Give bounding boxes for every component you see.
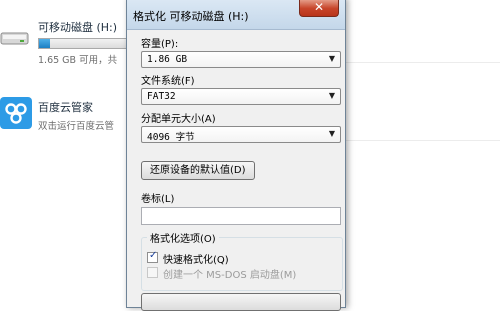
app-description: 双击运行百度云管	[38, 121, 115, 132]
allocation-label: 分配单元大小(A)	[141, 114, 216, 125]
allocation-select[interactable]: 4096 字节 ▼	[141, 126, 341, 143]
usb-drive-icon	[0, 32, 29, 45]
msdos-boot-checkbox	[147, 267, 158, 278]
volume-label-caption: 卷标(L)	[141, 194, 175, 205]
dialog-title: 格式化 可移动磁盘 (H:)	[133, 10, 249, 23]
format-dialog: 格式化 可移动磁盘 (H:) ✕ 容量(P): 1.86 GB ▼ 文件系统(F…	[126, 0, 346, 311]
restore-defaults-button[interactable]: 还原设备的默认值(D)	[141, 161, 255, 180]
dropdown-arrow-icon: ▼	[328, 91, 335, 100]
start-button[interactable]	[141, 293, 341, 311]
quick-format-checkbox[interactable]: ✓	[147, 250, 158, 263]
format-options-title: 格式化选项(O)	[147, 230, 219, 245]
row-divider	[344, 62, 500, 63]
capacity-select[interactable]: 1.86 GB ▼	[141, 51, 341, 68]
dropdown-arrow-icon: ▼	[328, 129, 335, 138]
capacity-value: 1.86 GB	[147, 54, 188, 65]
drive-usage-fill	[39, 39, 50, 48]
close-icon: ✕	[313, 0, 325, 14]
baidu-cloud-icon	[0, 97, 32, 129]
volume-label-input[interactable]	[141, 207, 341, 225]
drive-free-space: 1.65 GB 可用，共	[38, 55, 118, 66]
capacity-label: 容量(P):	[141, 39, 179, 50]
quick-format-label: 快速格式化(Q)	[163, 255, 229, 266]
app-name: 百度云管家	[38, 101, 93, 114]
allocation-value: 4096 字节	[147, 132, 195, 143]
drive-usage-bar	[38, 38, 130, 49]
filesystem-select[interactable]: FAT32 ▼	[141, 88, 341, 105]
close-button[interactable]: ✕	[299, 0, 339, 17]
msdos-boot-label: 创建一个 MS-DOS 启动盘(M)	[163, 270, 297, 281]
row-divider	[344, 140, 500, 141]
checkmark-icon: ✓	[149, 250, 158, 261]
dialog-titlebar[interactable]: 格式化 可移动磁盘 (H:) ✕	[127, 0, 345, 30]
filesystem-value: FAT32	[147, 91, 176, 102]
drive-name: 可移动磁盘 (H:)	[38, 21, 118, 34]
filesystem-label: 文件系统(F)	[141, 76, 195, 87]
explorer-right-area	[344, 0, 500, 300]
dropdown-arrow-icon: ▼	[328, 54, 335, 63]
